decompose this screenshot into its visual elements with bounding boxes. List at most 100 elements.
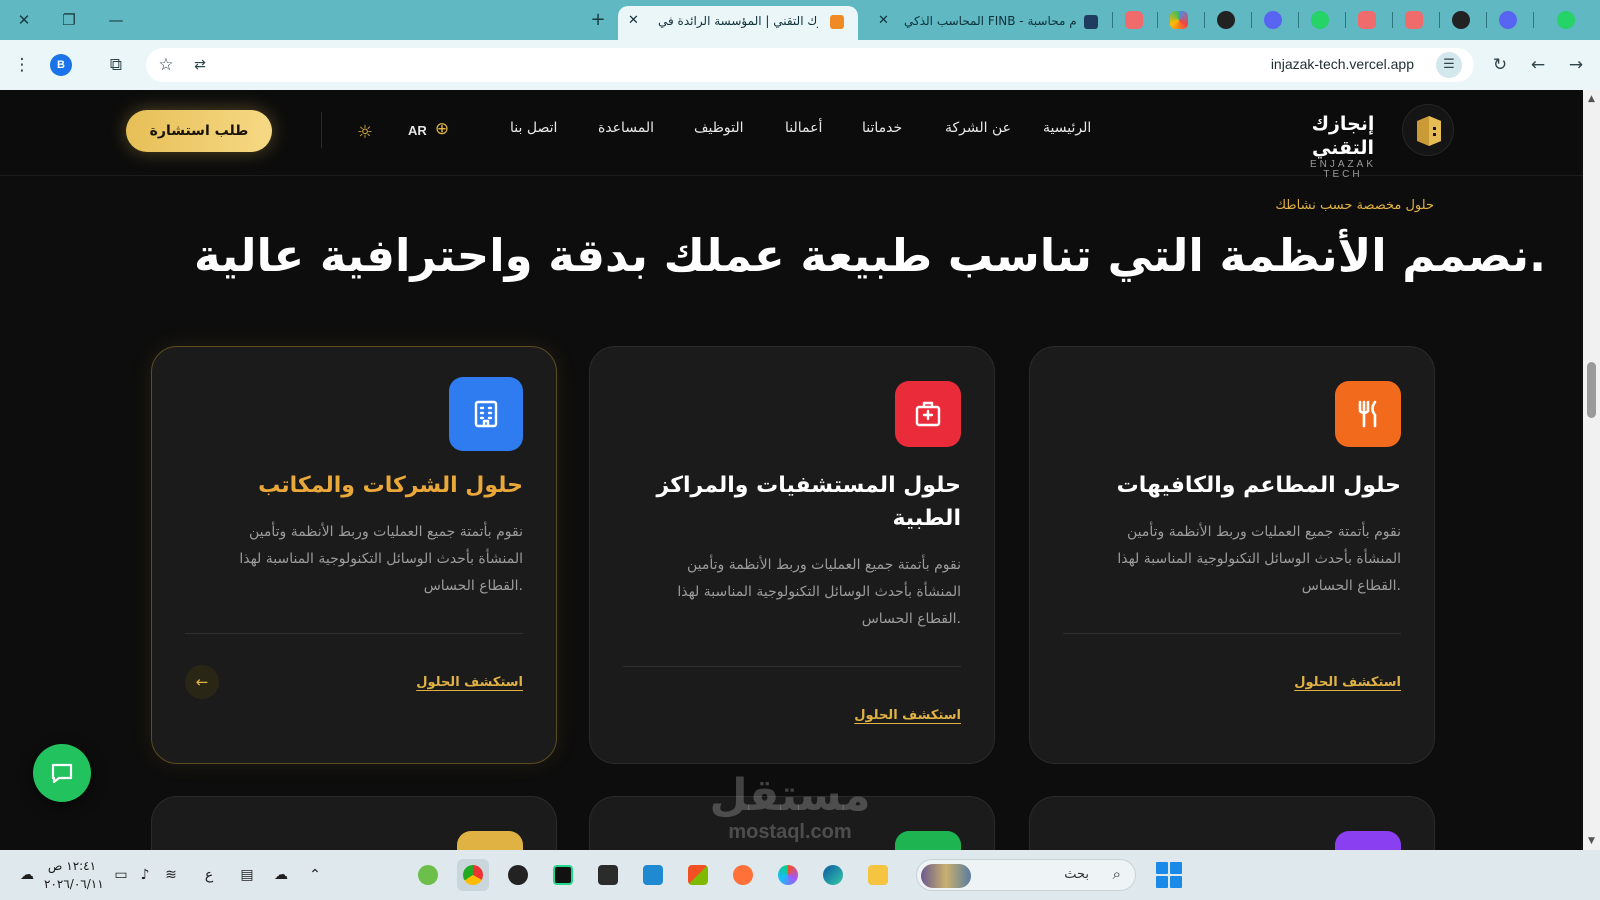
site-settings-icon[interactable]: ☰ [1436,52,1462,78]
solution-card-offices[interactable]: حلول الشركات والمكاتب نقوم بأتمتة جميع ا… [151,346,557,764]
nav-link-about[interactable]: عن الشركة [945,120,1011,136]
onedrive-icon[interactable]: ☁ [270,864,292,886]
nav-link-contact[interactable]: اتصل بنا [510,120,557,136]
taskbar-app-figma-icon[interactable] [772,859,804,891]
brand[interactable]: إنجازك التقني ENJAZAK TECH [1288,112,1398,180]
page-viewport: طلب استشارة ☼ AR ⊕ اتصل بنا المساعدة الت… [0,90,1583,850]
card-title: حلول المطاعم والكافيهات [1116,473,1401,498]
logo-icon[interactable] [1402,104,1454,156]
browser-toolbar: ⋮ B ⧉ ☆ ⇄ injazak-tech.vercel.app ☰ ↻ ← … [0,40,1600,90]
watermark-latin: mostaql.com [728,821,852,843]
pinned-tab-icon[interactable] [1125,11,1143,29]
github-icon[interactable] [1452,11,1470,29]
office-building-icon [449,377,523,451]
taskbar-app-store-icon[interactable] [682,859,714,891]
tab-close-icon[interactable]: ✕ [628,6,639,36]
page-scrollbar[interactable]: ▲ ▼ [1583,90,1600,850]
explore-solutions-link[interactable]: استكشف الحلول [416,675,523,690]
nav-link-services[interactable]: خدماتنا [862,120,902,136]
tab-separator [1251,12,1252,28]
pinned-tab-icon[interactable] [1358,11,1376,29]
taskbar-app-photos-icon[interactable] [412,859,444,891]
tab-separator [1204,12,1205,28]
language-label[interactable]: AR [408,123,427,138]
profile-avatar[interactable]: B [50,54,72,76]
solution-card-next[interactable] [1029,796,1435,850]
taskbar-app-terminal-icon[interactable] [592,859,624,891]
window-close-icon[interactable]: ✕ [10,8,38,32]
taskbar-app-chrome-icon[interactable] [457,859,489,891]
bookmark-star-icon[interactable]: ☆ [154,53,178,77]
github-icon[interactable] [1217,11,1235,29]
explore-solutions-link[interactable]: استكشف الحلول [854,708,961,723]
taskbar-app-edge-icon[interactable] [817,859,849,891]
taskbar-app-explorer-icon[interactable] [862,859,894,891]
nav-link-careers[interactable]: التوظيف [694,120,743,136]
browser-tab[interactable]: ✕ المحاسب الذكي FINB - نظام محاسبة [870,6,1110,40]
section-headline: نصمم الأنظمة التي تناسب طبيعة عملك بدقة … [194,229,1547,282]
pinned-tab-icon[interactable] [1405,11,1423,29]
solution-card-hospitals[interactable]: حلول المستشفيات والمراكز الطبية نقوم بأت… [589,346,995,764]
nav-link-works[interactable]: أعمالنا [785,120,822,136]
address-bar[interactable]: ☆ ⇄ injazak-tech.vercel.app ☰ [146,48,1474,82]
window-minimize-icon[interactable]: — [102,8,130,32]
whatsapp-icon[interactable] [1557,11,1575,29]
search-placeholder: بحث [1064,867,1089,882]
volume-icon[interactable]: ♪ [134,864,156,886]
new-tab-button[interactable]: + [584,8,612,32]
url-text[interactable]: injazak-tech.vercel.app [1271,56,1414,72]
browser-tab-active[interactable]: ✕ إنجازك التقني | المؤسسة الرائدة في [618,6,858,40]
tab-close-icon[interactable]: ✕ [878,6,889,36]
whatsapp-icon[interactable] [1311,11,1329,29]
tab-title: المحاسب الذكي FINB - نظام محاسبة [904,14,1076,28]
solution-card-restaurants[interactable]: حلول المطاعم والكافيهات نقوم بأتمتة جميع… [1029,346,1435,764]
translate-icon[interactable]: ⇄ [188,53,212,77]
task-view-icon[interactable]: ▤ [236,864,258,886]
card-icon [457,831,523,850]
input-language[interactable]: ع [198,864,220,886]
globe-icon[interactable]: ⊕ [432,119,452,139]
theme-toggle-sun-icon[interactable]: ☼ [354,122,376,144]
scroll-thumb[interactable] [1587,362,1596,418]
pinned-tab-icon[interactable] [1170,11,1188,29]
scroll-down-icon[interactable]: ▼ [1585,834,1598,848]
taskbar-search[interactable]: بحث ⌕ [916,859,1136,891]
battery-icon[interactable]: ▭ [110,864,132,886]
chat-bubble-icon [51,763,73,784]
solution-card-next[interactable] [151,796,557,850]
tab-separator [1112,12,1113,28]
chat-button[interactable] [33,744,91,802]
search-icon: ⌕ [1112,865,1121,883]
weather-icon[interactable]: ☁ [16,864,38,886]
scroll-up-icon[interactable]: ▲ [1585,92,1598,106]
wifi-icon[interactable]: ≋ [160,864,182,886]
reload-icon[interactable]: ↻ [1488,53,1512,77]
taskbar-app-github-icon[interactable] [502,859,534,891]
system-clock[interactable]: ١٢:٤١ ص ٢٠٢٦/٠٦/١١ [44,857,104,893]
nav-link-help[interactable]: المساعدة [598,120,654,136]
extensions-icon[interactable]: ⧉ [104,53,128,77]
tab-separator [1486,12,1487,28]
show-hidden-icons[interactable]: ⌃ [304,864,326,886]
request-consultation-button[interactable]: طلب استشارة [126,110,272,152]
nav-link-home[interactable]: الرئيسية [1043,120,1091,136]
tab-separator [1345,12,1346,28]
taskbar-app-pycharm-icon[interactable] [547,859,579,891]
explore-solutions-link[interactable]: استكشف الحلول [1294,675,1401,690]
discord-icon[interactable] [1499,11,1517,29]
browser-tab-bar: ✕ ❐ — + ✕ إنجازك التقني | المؤسسة الرائد… [0,0,1600,40]
watermark-arabic: مستقل [709,770,871,821]
taskbar-app-firefox-icon[interactable] [727,859,759,891]
windows-start-icon[interactable] [1156,862,1182,888]
card-divider [1063,633,1401,634]
window-restore-icon[interactable]: ❐ [55,8,83,32]
back-icon[interactable]: ← [1526,53,1550,77]
search-highlight-art [921,864,971,888]
discord-icon[interactable] [1264,11,1282,29]
arrow-left-icon[interactable]: ← [185,665,219,699]
browser-menu-icon[interactable]: ⋮ [10,53,34,77]
tab-favicon-icon [830,15,844,29]
card-icon [1335,831,1401,850]
taskbar-app-vscode-icon[interactable] [637,859,669,891]
forward-icon[interactable]: → [1564,53,1588,77]
